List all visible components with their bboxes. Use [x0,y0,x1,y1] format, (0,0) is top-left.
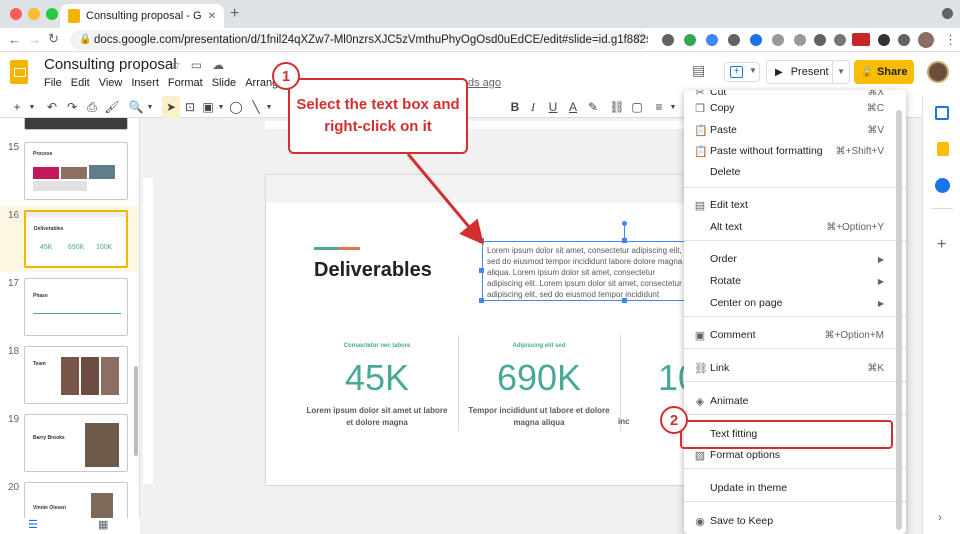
step2-badge: 2 [660,406,688,434]
text-fitting-highlight [680,420,893,449]
step1-badge: 1 [272,62,300,90]
annotation-arrow [406,153,484,245]
step1-callout: Select the text box and right-click on i… [288,78,468,154]
